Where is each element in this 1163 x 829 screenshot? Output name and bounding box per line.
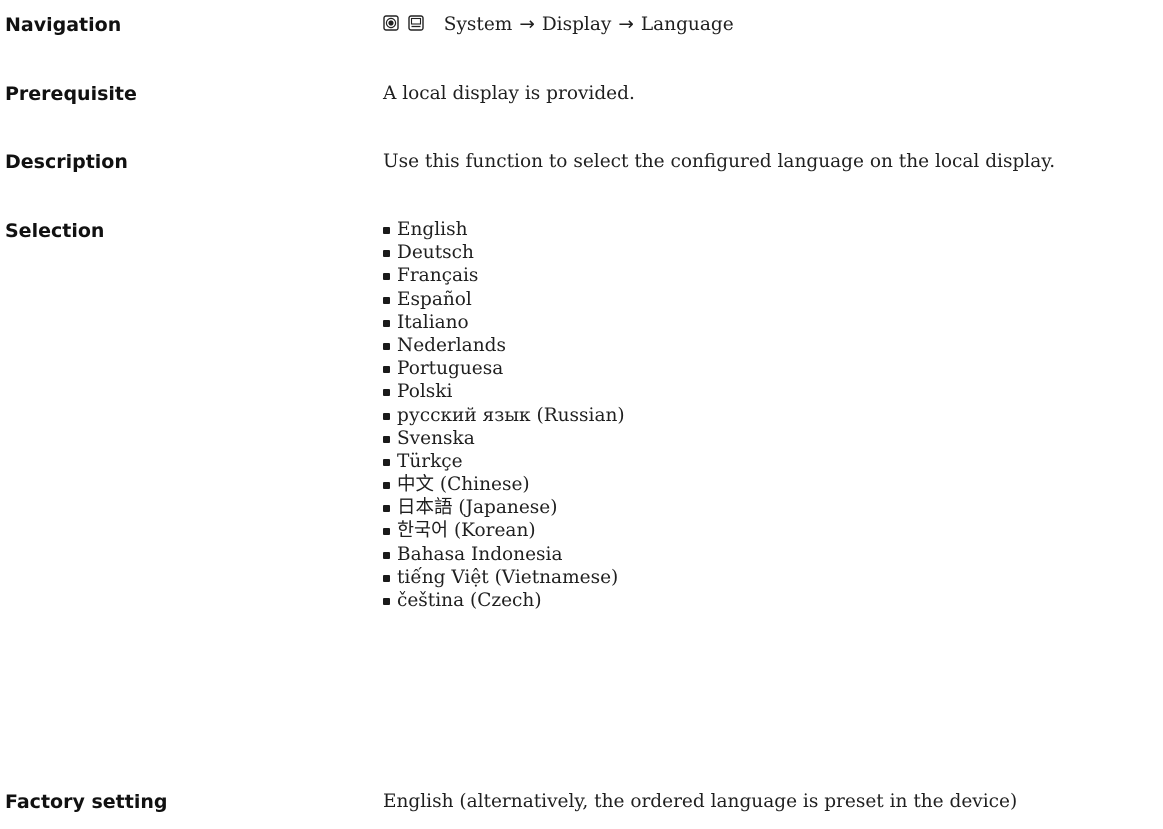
bullet-icon: [383, 598, 390, 605]
list-item-text: 日本語 (Japanese): [397, 497, 558, 519]
bullet-icon: [383, 273, 390, 281]
bullet-icon: [383, 250, 390, 258]
list-item-text: tiếng Việt (Vietnamese): [397, 566, 619, 588]
bullet-icon: [383, 227, 390, 234]
bullet-icon: [383, 342, 390, 350]
breadcrumb: System → Display → Language: [444, 14, 734, 35]
parameter-description: Navigation System → Display → Language Pre: [0, 0, 1163, 829]
list-item-text: Nederlands: [397, 334, 506, 356]
list-item: Deutsch: [383, 241, 625, 264]
list-item: Italiano: [383, 311, 625, 334]
prerequisite-label: Prerequisite: [5, 83, 137, 105]
bullet-icon: [383, 551, 390, 559]
list-item: English: [383, 218, 625, 241]
breadcrumb-item: Display: [541, 14, 612, 35]
list-item: Polski: [383, 380, 625, 403]
bullet-icon: [383, 389, 390, 397]
bullet-icon: [383, 574, 390, 582]
description-text: Use this function to select the configur…: [383, 151, 1056, 172]
list-item-text: English: [397, 219, 468, 240]
list-item: Bahasa Indonesia: [383, 543, 625, 566]
menu-icons: [383, 10, 424, 36]
list-item: Svenska: [383, 427, 625, 450]
list-item-text: Türkçe: [397, 450, 463, 472]
list-item-text: Italiano: [397, 311, 469, 333]
list-item-text: русский язык (Russian): [397, 404, 625, 426]
bullet-icon: [383, 412, 390, 420]
list-item-text: 한국어 (Korean): [397, 520, 536, 542]
breadcrumb-item: System: [443, 14, 513, 35]
list-item-text: Polski: [397, 381, 453, 403]
list-item-text: Español: [397, 288, 472, 310]
breadcrumb-item: Language: [640, 14, 734, 35]
breadcrumb-separator: →: [519, 14, 535, 35]
list-item: tiếng Việt (Vietnamese): [383, 566, 625, 589]
list-item-text: Portuguesa: [397, 358, 504, 380]
bullet-icon: [383, 296, 390, 304]
list-item: 한국어 (Korean): [383, 519, 625, 542]
list-item-text: Svenska: [397, 427, 475, 449]
factory-setting-label: Factory setting: [5, 791, 168, 813]
bullet-icon: [383, 528, 390, 536]
list-item: 日本語 (Japanese): [383, 496, 625, 519]
list-item-text: Deutsch: [397, 242, 474, 264]
breadcrumb-separator: →: [618, 14, 634, 35]
selection-list: English Deutsch Français Español Italian…: [383, 218, 625, 612]
list-item-text: 中文 (Chinese): [397, 474, 530, 496]
list-item: Nederlands: [383, 334, 625, 357]
factory-setting-text: English (alternatively, the ordered lang…: [383, 791, 1018, 812]
list-item-text: Français: [397, 265, 479, 287]
list-item: Español: [383, 288, 625, 311]
description-label: Description: [5, 151, 128, 173]
navigation-label: Navigation: [5, 14, 122, 36]
bullet-icon: [383, 435, 390, 443]
operating-menu-icon: [383, 15, 399, 31]
bullet-icon: [383, 482, 390, 490]
list-item: Türkçe: [383, 450, 625, 473]
list-item: čeština (Czech): [383, 589, 625, 612]
list-item: русский язык (Russian): [383, 404, 625, 427]
expert-menu-icon: [408, 15, 424, 31]
list-item: Portuguesa: [383, 357, 625, 380]
list-item-text: Bahasa Indonesia: [397, 543, 563, 565]
bullet-icon: [383, 319, 390, 327]
list-item: 中文 (Chinese): [383, 473, 625, 496]
bullet-icon: [383, 505, 390, 513]
list-item-text: čeština (Czech): [397, 590, 542, 611]
list-item: Français: [383, 264, 625, 287]
bullet-icon: [383, 458, 390, 466]
bullet-icon: [383, 366, 390, 374]
navigation-value: System → Display → Language: [383, 12, 734, 38]
selection-label: Selection: [5, 220, 105, 242]
prerequisite-text: A local display is provided.: [383, 83, 635, 104]
